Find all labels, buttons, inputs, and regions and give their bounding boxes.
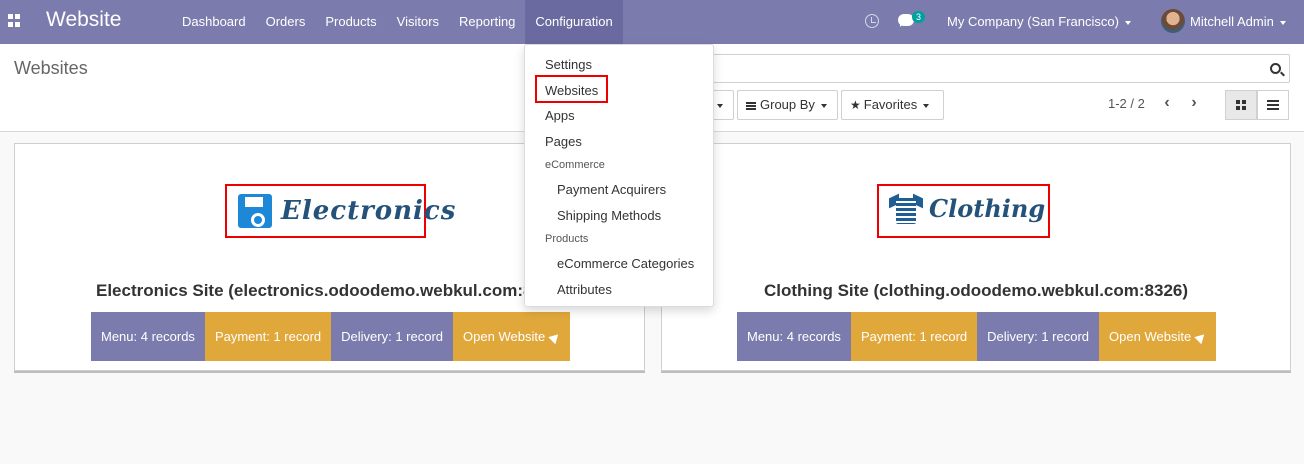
- dropdown-item-apps[interactable]: Apps: [545, 108, 575, 123]
- user-menu[interactable]: Mitchell Admin: [1190, 14, 1286, 29]
- dropdown-item-attributes[interactable]: Attributes: [557, 282, 612, 297]
- menu-products[interactable]: Products: [315, 0, 386, 44]
- favorites-button[interactable]: ★ Favorites: [841, 90, 944, 120]
- open-website-label: Open Website: [1109, 329, 1192, 344]
- payment-records-button[interactable]: Payment: 1 record: [204, 312, 332, 361]
- dropdown-item-ecommerce-categories[interactable]: eCommerce Categories: [557, 256, 694, 271]
- star-icon: ★: [850, 98, 861, 112]
- favorites-label: Favorites: [863, 97, 918, 112]
- app-title: Website: [46, 8, 122, 31]
- website-name: Clothing Site (clothing.odoodemo.webkul.…: [763, 281, 1189, 300]
- menu-configuration[interactable]: Configuration: [525, 0, 623, 44]
- group-by-button[interactable]: Group By: [737, 90, 838, 120]
- dropdown-item-settings[interactable]: Settings: [545, 57, 592, 72]
- menu-dashboard[interactable]: Dashboard: [172, 0, 256, 44]
- highlight-box: [535, 75, 608, 103]
- apps-menu-icon[interactable]: [6, 12, 24, 30]
- chat-badge: 3: [912, 11, 926, 23]
- activity-clock-icon[interactable]: [865, 14, 879, 28]
- search-icon[interactable]: [1270, 63, 1281, 74]
- breadcrumb: Websites: [14, 58, 88, 78]
- menu-records-button[interactable]: Menu: 4 records: [737, 312, 851, 361]
- avatar[interactable]: [1161, 9, 1185, 33]
- list-view-button[interactable]: [1257, 90, 1289, 120]
- logo-text: Electronics: [281, 196, 457, 226]
- logo-text: Clothing: [929, 194, 1046, 223]
- website-card-clothing[interactable]: Clothing Clothing Site (clothing.odoodem…: [661, 143, 1291, 371]
- chevron-down-icon: [820, 103, 827, 108]
- menu-records-button[interactable]: Menu: 4 records: [91, 312, 205, 361]
- menu-reporting[interactable]: Reporting: [449, 0, 525, 44]
- list-icon: [1267, 100, 1279, 110]
- chevron-down-icon: [1279, 20, 1286, 25]
- bars-icon: [746, 101, 756, 110]
- pager-value[interactable]: 1-2 / 2: [1108, 96, 1145, 111]
- tshirt-icon: [889, 193, 923, 224]
- website-logo: Clothing: [877, 184, 1050, 238]
- menu-visitors[interactable]: Visitors: [387, 0, 449, 44]
- open-website-label: Open Website: [463, 329, 546, 344]
- top-navbar: Website Dashboard Orders Products Visito…: [0, 0, 1304, 44]
- delivery-records-button[interactable]: Delivery: 1 record: [331, 312, 454, 361]
- company-switcher[interactable]: My Company (San Francisco): [947, 14, 1131, 29]
- chevron-down-icon: [717, 103, 723, 108]
- chevron-down-icon: [1124, 20, 1131, 25]
- group-by-label: Group By: [760, 97, 815, 112]
- open-website-button[interactable]: Open Website: [1099, 312, 1217, 361]
- dropdown-item-shipping-methods[interactable]: Shipping Methods: [557, 208, 661, 223]
- delivery-records-button[interactable]: Delivery: 1 record: [977, 312, 1100, 361]
- user-label: Mitchell Admin: [1190, 14, 1274, 29]
- floppy-disk-icon: [238, 194, 272, 228]
- website-stats: Menu: 4 records Payment: 1 record Delive…: [91, 312, 571, 362]
- dropdown-item-pages[interactable]: Pages: [545, 134, 582, 149]
- chevron-right-icon[interactable]: ›: [1185, 94, 1203, 114]
- website-stats: Menu: 4 records Payment: 1 record Delive…: [737, 312, 1217, 362]
- kanban-view-button[interactable]: [1225, 90, 1257, 120]
- chevron-left-icon[interactable]: ‹: [1158, 94, 1176, 114]
- chevron-down-icon: [923, 103, 930, 108]
- kanban-icon: [1236, 100, 1246, 110]
- dropdown-header-ecommerce: eCommerce: [545, 159, 605, 171]
- view-switcher: [1225, 90, 1289, 120]
- company-label: My Company (San Francisco): [947, 14, 1119, 29]
- location-arrow-icon: [548, 330, 562, 345]
- payment-records-button[interactable]: Payment: 1 record: [850, 312, 978, 361]
- website-logo: Electronics: [225, 184, 455, 238]
- dropdown-header-products: Products: [545, 233, 589, 245]
- main-menu: Dashboard Orders Products Visitors Repor…: [172, 0, 623, 44]
- menu-orders[interactable]: Orders: [256, 0, 316, 44]
- dropdown-item-payment-acquirers[interactable]: Payment Acquirers: [557, 182, 666, 197]
- open-website-button[interactable]: Open Website: [453, 312, 571, 361]
- location-arrow-icon: [1194, 330, 1208, 345]
- search-input[interactable]: [712, 54, 1290, 83]
